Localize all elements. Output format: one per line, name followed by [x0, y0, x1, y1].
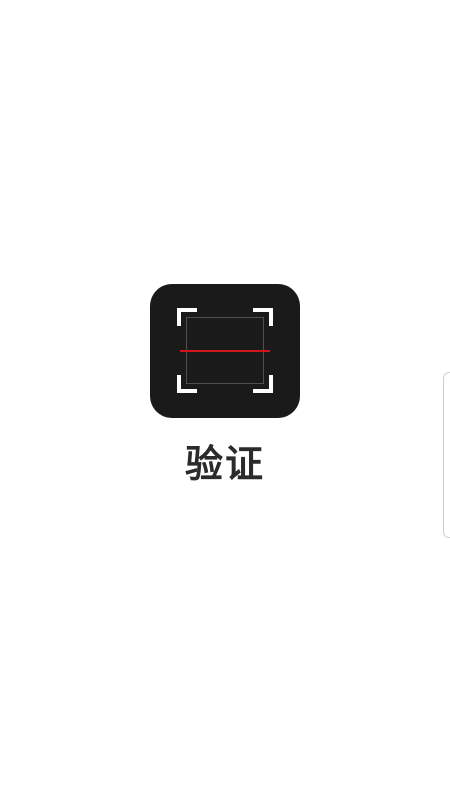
scan-corner-top-right: [253, 308, 273, 326]
scan-corner-top-left: [177, 308, 197, 326]
scan-corner-bottom-right: [253, 375, 273, 393]
edge-panel-handle[interactable]: [443, 372, 450, 538]
scan-corner-bottom-left: [177, 375, 197, 393]
splash-screen: 验证: [0, 0, 450, 800]
scan-line: [180, 350, 270, 352]
scanner-icon: [177, 308, 273, 393]
app-title: 验证: [184, 442, 265, 486]
scanner-app-icon[interactable]: [150, 284, 300, 418]
